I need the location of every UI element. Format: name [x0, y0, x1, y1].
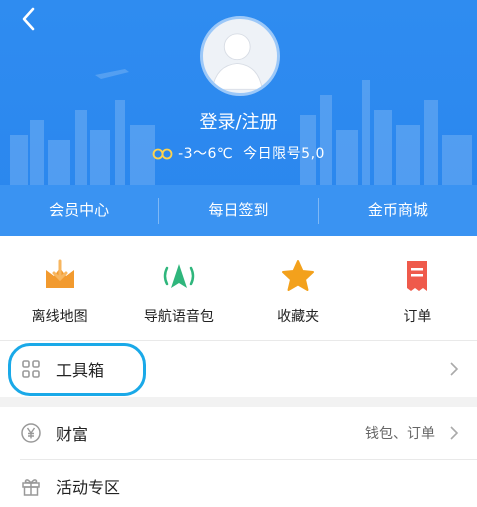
toolbox-row[interactable]: 工具箱 — [0, 343, 477, 395]
weather-cloudy-icon — [152, 148, 173, 160]
coin-mall-link[interactable]: 金币商城 — [319, 185, 477, 236]
favorites-button[interactable]: 收藏夹 — [239, 252, 358, 336]
star-icon — [282, 260, 315, 291]
wealth-row[interactable]: 财富 钱包、订单 — [0, 407, 477, 459]
activity-row[interactable]: 活动专区 — [0, 460, 477, 507]
voice-pack-icon — [163, 264, 195, 288]
back-arrow-icon[interactable] — [14, 4, 44, 34]
offline-map-label: 离线地图 — [31, 309, 88, 325]
profile-header: 登录/注册 -3～6℃ 今日限号5,0 会员中心 每日签到 金币商城 — [0, 0, 477, 236]
default-user-icon — [211, 33, 263, 90]
section-gap — [0, 397, 477, 407]
voice-pack-button[interactable]: 导航语音包 — [119, 252, 238, 336]
daily-checkin-link[interactable]: 每日签到 — [159, 185, 317, 236]
wealth-label: 财富 — [56, 425, 89, 444]
order-icon — [407, 261, 428, 291]
orders-label: 订单 — [403, 309, 432, 325]
offline-map-icon — [45, 259, 74, 288]
orders-button[interactable]: 订单 — [358, 252, 477, 336]
traffic-restriction: 今日限号5,0 — [243, 146, 325, 162]
weather-temperature: -3～6℃ — [178, 146, 234, 162]
favorites-label: 收藏夹 — [277, 309, 320, 325]
activity-label: 活动专区 — [56, 478, 121, 497]
quick-nav-bar: 会员中心 每日签到 金币商城 — [0, 185, 477, 236]
member-center-link[interactable]: 会员中心 — [0, 185, 158, 236]
yen-icon — [21, 423, 41, 443]
voice-pack-label: 导航语音包 — [143, 309, 214, 325]
login-register-link[interactable]: 登录/注册 — [0, 108, 477, 134]
avatar[interactable] — [200, 16, 280, 96]
offline-map-button[interactable]: 离线地图 — [0, 252, 119, 336]
chevron-right-icon — [450, 362, 459, 376]
divider — [0, 340, 477, 341]
chevron-right-icon — [450, 426, 459, 440]
toolbox-label: 工具箱 — [56, 361, 105, 380]
grid-icon — [22, 360, 40, 378]
gift-icon — [22, 479, 40, 496]
feature-shortcuts: 离线地图 导航语音包 收藏夹 订单 — [0, 252, 477, 336]
wallet-orders-hint: 钱包、订单 — [365, 426, 435, 442]
weather-info: -3～6℃ 今日限号5,0 — [0, 143, 477, 163]
